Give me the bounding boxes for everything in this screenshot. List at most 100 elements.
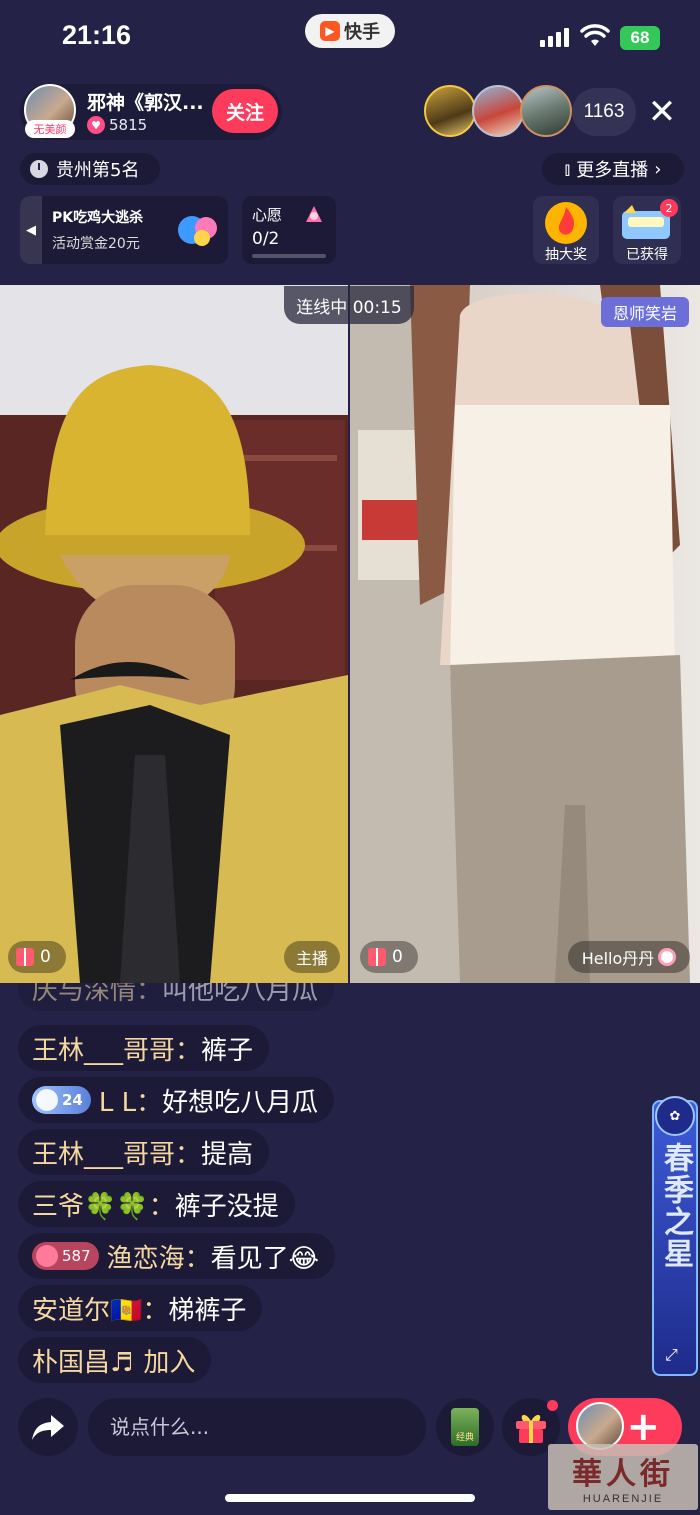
chat-message[interactable]: 朴国昌♬ 加入 [18,1337,212,1383]
gift-notification-dot [547,1400,558,1411]
book-icon: 经典 [451,1408,479,1446]
chat-message[interactable]: 王林___哥哥： 提高 [18,1129,270,1175]
more-live-button[interactable]: ⫾ 更多直播 › [542,153,684,185]
wish-title: 心愿 [252,206,283,224]
chat-text: 叫他吃八月瓜 [162,983,319,1006]
expand-icon[interactable]: ⤢ [665,1345,678,1365]
chat-message[interactable]: 587 渔恋海： 看见了😂 [18,1233,336,1279]
partner-video[interactable] [350,285,700,983]
share-arrow-icon [32,1415,64,1440]
user-avatar[interactable] [576,1402,624,1450]
fan-level: 587 [62,1247,91,1265]
viewer-count[interactable]: 1163 [572,88,636,136]
partner-tag[interactable]: 恩师笑岩 [601,297,689,327]
host-likes-count: 5815 [109,116,148,134]
chat-username: 朴国昌♬ [32,1347,134,1378]
fan-level-badge: 587 [32,1242,99,1270]
diamond-icon [36,1089,58,1111]
pk-game-icon [178,216,217,246]
close-icon[interactable]: ✕ [642,90,682,134]
chat-username: 三爷🍀🍀： [32,1191,175,1222]
host-video-illustration [0,285,348,983]
chat-text: 梯裤子 [168,1295,247,1326]
lollipop-icon [658,948,677,966]
bar-chart-icon: ⫾ [564,158,571,180]
host-beauty-tag: 无美颜 [25,120,75,138]
host-gift-count: 0 [8,941,66,973]
chevron-right-icon: › [654,158,662,180]
wifi-icon [580,24,610,46]
chat-text: 裤子没提 [174,1191,279,1222]
regional-rank[interactable]: 贵州第5名 [20,153,160,185]
app-indicator[interactable]: ▶ 快手 [305,14,395,48]
follow-button[interactable]: 关注 [212,89,278,133]
obtained-badge: 2 [660,199,678,217]
chat-text: 看见了😂 [210,1243,320,1274]
app-name: 快手 [344,22,380,43]
chat-username: 庆与深情： [32,983,163,1006]
wish-progress-bar [252,254,326,258]
lottery-label: 抽大奖 [545,247,587,263]
host-likes: ♥ 5815 [87,116,147,134]
chat-join-text: 加入 [143,1347,196,1378]
kuaishou-logo-icon: ▶ [320,21,340,41]
home-indicator[interactable] [225,1494,475,1502]
fan-level: 24 [62,1091,83,1109]
chat-message[interactable]: 三爷🍀🍀： 裤子没提 [18,1181,295,1227]
clock-icon [30,160,48,178]
chat-message[interactable]: 24 L L： 好想吃八月瓜 [18,1077,335,1123]
rank-label: 贵州第5名 [56,160,140,181]
watermark-cn: 華人街 [572,1457,674,1492]
wish-gift-icon [306,206,322,222]
chat-username: 王林___哥哥： [32,1035,202,1066]
partner-gift-value: 0 [392,947,403,967]
pk-event-title: PK吃鸡大逃杀 [52,210,144,226]
battery-level: 68 [630,28,650,47]
status-time: 21:16 [62,20,132,50]
wish-progress: 0/2 [252,229,280,249]
chat-text: 裤子 [201,1035,254,1066]
obtained-label: 已获得 [626,247,668,263]
watermark-en: HUARENJIE [582,1493,664,1505]
chat-message[interactable]: 王林___哥哥： 裤子 [18,1025,270,1071]
top-viewer-avatar-2[interactable] [472,85,524,137]
chat-username: 安道尔🇦🇩： [32,1295,169,1326]
chat-text: 提高 [201,1139,254,1170]
gift-box-icon [516,1414,546,1443]
cellular-signal-icon [540,28,569,47]
gift-icon [368,948,386,966]
pk-event-subtitle: 活动赏金20元 [52,236,140,252]
chat-list[interactable]: 庆与深情： 叫他吃八月瓜 王林___哥哥： 裤子 24 L L： 好想吃八月瓜 … [18,983,618,1388]
chat-message[interactable]: 安道尔🇦🇩： 梯裤子 [18,1285,263,1331]
partner-video-illustration [350,285,690,983]
heart-icon: ♥ [87,116,105,134]
gift-icon [16,948,34,966]
chat-message[interactable]: 庆与深情： 叫他吃八月瓜 [18,983,335,1011]
battery-indicator: 68 [620,26,660,50]
classic-book-button[interactable]: 经典 [436,1398,494,1456]
book-label: 经典 [455,1433,474,1443]
top-viewer-avatar-3[interactable] [520,85,572,137]
partner-video-label[interactable]: Hello丹丹 [568,941,690,973]
host-name[interactable]: 邪神《郭汉... [87,88,204,115]
heart-icon [36,1245,58,1267]
spring-star-logo-icon: ✿ [655,1096,695,1136]
chat-text: 好想吃八月瓜 [162,1087,319,1118]
comment-input[interactable] [88,1398,426,1456]
fan-level-badge: 24 [32,1086,91,1114]
site-watermark: 華人街 HUARENJIE [548,1444,698,1510]
collapse-arrow-icon[interactable]: ◀ [20,196,42,264]
spring-star-text: 春季之星 [658,1142,693,1270]
more-live-label: 更多直播 [576,160,649,181]
partner-gift-count: 0 [360,941,418,973]
lottery-flame-icon [545,202,587,244]
spring-star-banner[interactable]: 春季之星 [652,1100,698,1376]
host-video[interactable] [0,285,348,983]
chat-username: L L： [98,1087,163,1118]
share-button[interactable] [18,1398,78,1456]
host-video-label: 主播 [284,941,340,973]
chat-username: 渔恋海： [106,1243,211,1274]
top-viewer-avatar-1[interactable] [424,85,476,137]
chat-username: 王林___哥哥： [32,1139,202,1170]
host-gift-value: 0 [40,947,51,967]
